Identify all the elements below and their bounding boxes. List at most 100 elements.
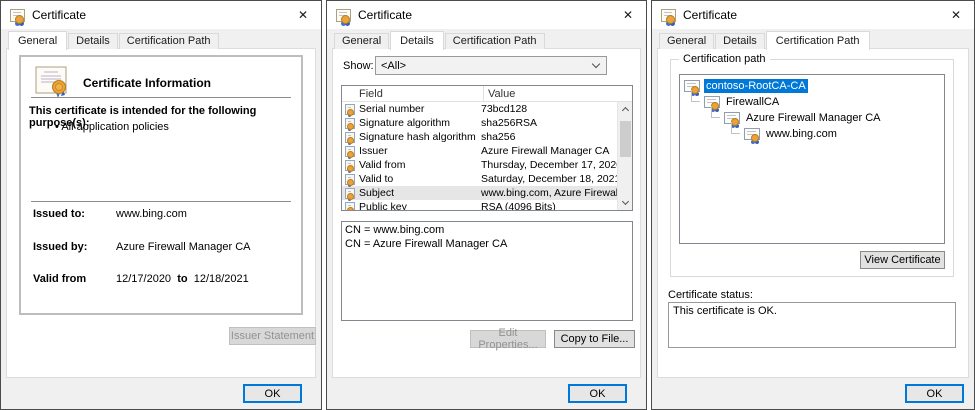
field-value: 73bcd128 [481, 103, 528, 115]
certificate-large-icon [35, 66, 67, 98]
field-value: www.bing.com, Azure Firewall... [481, 187, 617, 199]
tree-item-label: Azure Firewall Manager CA [746, 112, 881, 124]
column-header-value[interactable]: Value [484, 88, 515, 100]
separator [31, 201, 291, 203]
field-value: sha256 [481, 131, 516, 143]
issued-by-label: Issued by: [33, 241, 88, 253]
tree-item[interactable]: www.bing.com [680, 122, 944, 142]
ok-button[interactable]: OK [568, 384, 627, 403]
close-icon[interactable]: ✕ [623, 9, 633, 21]
field-value: RSA (4096 Bits) [481, 201, 556, 211]
title-bar[interactable]: Certificate ✕ [1, 1, 321, 29]
tree-item-label: www.bing.com [766, 128, 837, 140]
details-tab-page: Show: <All> Field Value Serial number 73… [332, 48, 641, 378]
screenshot-stage: Certificate ✕ General Details Certificat… [0, 0, 975, 410]
ok-button[interactable]: OK [905, 384, 964, 403]
separator [31, 97, 291, 99]
certificate-icon [744, 128, 760, 142]
fields-listview[interactable]: Field Value Serial number 73bcd128 Signa… [341, 85, 633, 211]
field-icon [345, 131, 355, 144]
issued-by-row: Issued by: Azure Firewall Manager CA [33, 241, 251, 253]
listview-header: Field Value [342, 86, 632, 102]
view-certificate-button[interactable]: View Certificate [860, 251, 945, 269]
scroll-down-icon[interactable] [618, 196, 632, 210]
tab-general[interactable]: General [659, 33, 715, 49]
certificate-info-box: Certificate Information This certificate… [19, 55, 303, 315]
ok-button[interactable]: OK [243, 384, 302, 403]
field-value: Saturday, December 18, 2021... [481, 173, 617, 185]
valid-from-label: Valid from [33, 273, 87, 285]
tab-details[interactable]: Details [390, 31, 444, 50]
tree-connector [691, 90, 700, 102]
table-row[interactable]: Serial number 73bcd128 [342, 102, 617, 116]
detail-line: CN = Azure Firewall Manager CA [345, 238, 508, 250]
show-dropdown[interactable]: <All> [375, 56, 607, 75]
certificate-status-box[interactable]: This certificate is OK. [668, 302, 956, 348]
field-icon [345, 117, 355, 130]
window-title: Certificate [358, 8, 413, 22]
validity-dates: 12/17/2020 to 12/18/2021 [116, 273, 249, 285]
close-icon[interactable]: ✕ [951, 9, 961, 21]
scroll-up-icon[interactable] [618, 102, 632, 116]
field-name: Issuer [359, 145, 388, 157]
field-icon [345, 201, 355, 210]
field-value: Thursday, December 17, 2020... [481, 159, 617, 171]
field-value: Azure Firewall Manager CA [481, 145, 610, 157]
close-icon[interactable]: ✕ [298, 9, 308, 21]
table-row[interactable]: Valid to Saturday, December 18, 2021... [342, 172, 617, 186]
tab-certification-path[interactable]: Certification Path [118, 33, 219, 49]
field-detail-textbox[interactable]: CN = www.bing.com CN = Azure Firewall Ma… [341, 221, 633, 321]
tree-item[interactable]: Azure Firewall Manager CA [680, 106, 944, 126]
title-bar[interactable]: Certificate ✕ [652, 1, 974, 29]
issuer-statement-button[interactable]: Issuer Statement [229, 327, 316, 345]
field-name: Subject [359, 187, 395, 199]
tab-certification-path[interactable]: Certification Path [765, 31, 870, 50]
title-bar[interactable]: Certificate ✕ [327, 1, 646, 29]
dialog-footer: OK [327, 378, 646, 409]
field-icon [345, 173, 355, 186]
tab-certification-path[interactable]: Certification Path [444, 33, 545, 49]
table-row[interactable]: Signature algorithm sha256RSA [342, 116, 617, 130]
certificate-icon [10, 8, 25, 24]
certificate-dialog-certification-path: Certificate ✕ General Details Certificat… [651, 0, 975, 410]
valid-from-row: Valid from 12/17/2020 to 12/18/2021 [33, 273, 249, 285]
table-row[interactable]: Valid from Thursday, December 17, 2020..… [342, 158, 617, 172]
field-icon [345, 103, 355, 116]
table-row[interactable]: Signature hash algorithm sha256 [342, 130, 617, 144]
column-header-field[interactable]: Field [342, 86, 484, 101]
tab-general[interactable]: General [8, 31, 68, 50]
valid-to-date: 12/18/2021 [193, 273, 249, 285]
detail-line: CN = www.bing.com [345, 224, 445, 236]
tab-details[interactable]: Details [715, 33, 765, 49]
purpose-item: All application policies [55, 121, 169, 133]
issued-to-label: Issued to: [33, 208, 85, 220]
window-title: Certificate [32, 8, 87, 22]
copy-to-file-button[interactable]: Copy to File... [554, 330, 635, 348]
valid-to-join: to [177, 273, 188, 285]
chevron-down-icon [591, 59, 601, 69]
tab-bar: General Details Certification Path [334, 30, 546, 50]
issued-to-value: www.bing.com [116, 208, 187, 220]
table-row[interactable]: Public key RSA (4096 Bits) [342, 200, 617, 211]
tab-details[interactable]: Details [68, 33, 118, 49]
field-name: Serial number [359, 103, 425, 115]
tab-general[interactable]: General [334, 33, 390, 49]
scrollbar-thumb[interactable] [620, 121, 631, 157]
tree-item-root[interactable]: contoso-RootCA-CA [680, 78, 944, 94]
field-name: Signature algorithm [359, 117, 451, 129]
general-tab-page: Certificate Information This certificate… [6, 48, 316, 378]
certificate-information-heading: Certificate Information [83, 76, 212, 90]
tree-connector [711, 106, 720, 118]
certification-path-tree[interactable]: contoso-RootCA-CA FirewallCA Azure Firew… [679, 74, 945, 244]
tree-connector [731, 122, 740, 134]
edit-properties-button[interactable]: Edit Properties... [470, 327, 546, 351]
field-icon [345, 187, 355, 200]
table-row[interactable]: Issuer Azure Firewall Manager CA [342, 144, 617, 158]
field-value: sha256RSA [481, 117, 538, 129]
certificate-status-label: Certificate status: [668, 289, 753, 301]
tab-bar: General Details Certification Path [8, 30, 220, 50]
certificate-icon [336, 8, 351, 24]
table-row-selected[interactable]: Subject www.bing.com, Azure Firewall... [342, 186, 617, 200]
vertical-scrollbar[interactable] [617, 102, 632, 210]
show-label: Show: [343, 60, 374, 72]
